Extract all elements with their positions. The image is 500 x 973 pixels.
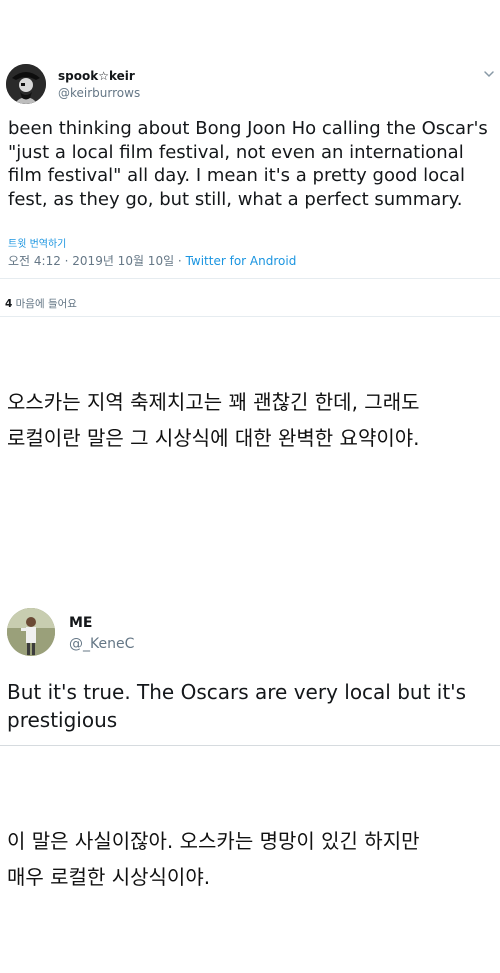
divider [0, 745, 500, 746]
divider [0, 316, 500, 317]
chevron-down-icon[interactable] [482, 66, 496, 80]
tweet2-handle[interactable]: @_KeneC [69, 636, 134, 652]
divider [0, 278, 500, 279]
person-photo-avatar-icon[interactable] [7, 608, 55, 656]
translate-tweet-link[interactable]: 트윗 번역하기 [8, 235, 66, 250]
tweet1-handle[interactable]: @keirburrows [58, 86, 140, 100]
pirate-avatar-icon[interactable] [6, 64, 46, 104]
tweet1-display-name[interactable]: spook☆keir [58, 69, 135, 83]
tweet1-metadata: 오전 4:12 · 2019년 10월 10일 · Twitter for An… [8, 252, 296, 269]
tweet1-source[interactable]: Twitter for Android [186, 254, 297, 268]
tweet1-timestamp[interactable]: 오전 4:12 · 2019년 10월 10일 · [8, 254, 186, 268]
tweet1-likes[interactable]: 4 마음에 들어요 [5, 296, 77, 311]
tweet1-text: been thinking about Bong Joon Ho calling… [8, 118, 488, 210]
korean-caption-1: 오스카는 지역 축제치고는 꽤 괜찮긴 한데, 그래도 로컬이란 말은 그 시상… [7, 384, 497, 456]
caption2-line2: 매우 로컬한 시상식이야. [7, 865, 211, 889]
tweet2-display-name[interactable]: ME [69, 615, 93, 631]
caption1-line1: 오스카는 지역 축제치고는 꽤 괜찮긴 한데, 그래도 [7, 390, 420, 414]
caption2-line1: 이 말은 사실이잖아. 오스카는 명망이 있긴 하지만 [7, 829, 420, 853]
tweet2-text: But it's true. The Oscars are very local… [7, 680, 467, 732]
korean-caption-2: 이 말은 사실이잖아. 오스카는 명망이 있긴 하지만 매우 로컬한 시상식이야… [7, 823, 497, 895]
caption1-line2: 로컬이란 말은 그 시상식에 대한 완벽한 요약이야. [7, 426, 420, 450]
likes-label: 마음에 들어요 [12, 298, 77, 310]
